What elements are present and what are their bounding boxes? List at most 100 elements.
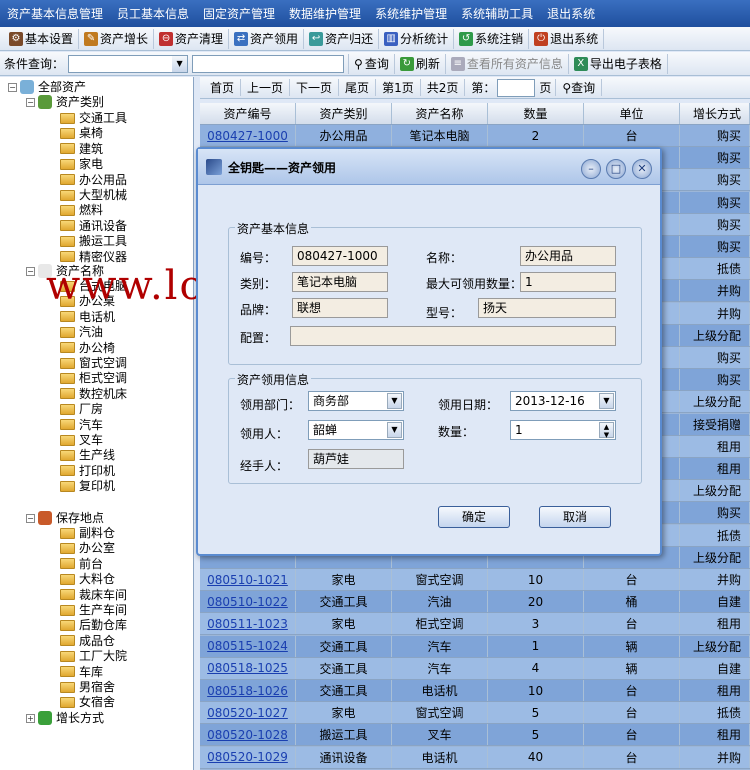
menu-item-2[interactable]: 固定资产管理 <box>196 5 282 22</box>
maximize-icon[interactable]: □ <box>606 159 626 179</box>
collapse-icon[interactable]: − <box>26 266 35 276</box>
column-header[interactable]: 单位 <box>584 103 680 124</box>
tree-item-name[interactable]: 打印机 <box>60 463 115 479</box>
asset-id-link[interactable]: 080427-1000 <box>200 125 296 146</box>
table-row[interactable]: 080518-1025 交通工具 汽车 4 辆自建 <box>200 657 750 680</box>
tree-item-name[interactable]: 厂房 <box>60 401 103 417</box>
qty-stepper[interactable]: 1 ▲ ▼ <box>510 420 616 440</box>
table-row[interactable]: 080510-1022 交通工具 汽油 20 桶自建 <box>200 591 750 614</box>
tree-growth-header[interactable]: + 增长方式 <box>26 710 104 726</box>
tree-item-place[interactable]: 车库 <box>60 664 103 680</box>
minimize-icon[interactable]: – <box>581 159 601 179</box>
tree-item-place[interactable]: 前台 <box>60 556 103 572</box>
column-header[interactable]: 资产编号 <box>200 103 296 124</box>
toolbar-button-6[interactable]: ↺ 系统注销 <box>454 28 530 49</box>
asset-id-link[interactable]: 080518-1025 <box>200 657 296 679</box>
tree-root[interactable]: − 全部资产 <box>8 79 86 95</box>
tree-item-name[interactable]: 生产线 <box>60 447 115 463</box>
toolbar-button-4[interactable]: ↩ 资产归还 <box>304 28 380 49</box>
menu-item-5[interactable]: 系统辅助工具 <box>454 5 540 22</box>
search-input[interactable] <box>192 54 345 73</box>
collapse-icon[interactable]: − <box>26 513 35 523</box>
asset-id-link[interactable]: 080515-1024 <box>200 635 296 657</box>
close-icon[interactable]: ✕ <box>632 159 652 179</box>
dialog-titlebar[interactable]: 全钥匙——资产领用 – □ ✕ <box>198 149 660 185</box>
date-picker[interactable]: 2013-12-16 ▼ <box>510 391 616 411</box>
last-page-link[interactable]: 尾页 <box>339 79 377 96</box>
table-row[interactable]: 080520-1028 搬运工具 叉车 5 台租用 <box>200 724 750 747</box>
refresh-button[interactable]: ↻ 刷新 <box>395 53 446 74</box>
tree-item-category[interactable]: 通讯设备 <box>60 218 127 234</box>
tree-item-name[interactable]: 窗式空调 <box>60 355 127 371</box>
table-row[interactable]: 080511-1023 家电 柜式空调 3 台租用 <box>200 613 750 636</box>
toolbar-button-3[interactable]: ⇄ 资产领用 <box>229 28 305 49</box>
asset-id-link[interactable]: 080520-1028 <box>200 724 296 746</box>
toolbar-button-1[interactable]: ✎ 资产增长 <box>79 28 155 49</box>
menu-item-4[interactable]: 系统维护管理 <box>368 5 454 22</box>
export-button[interactable]: X 导出电子表格 <box>569 53 668 74</box>
menu-item-3[interactable]: 数据维护管理 <box>282 5 368 22</box>
table-row[interactable]: 080520-1029 通讯设备 电话机 40 台并购 <box>200 746 750 769</box>
cancel-button[interactable]: 取消 <box>539 506 611 528</box>
collapse-icon[interactable]: − <box>26 97 35 107</box>
tree-item-category[interactable]: 建筑 <box>60 141 103 157</box>
tree-item-category[interactable]: 办公用品 <box>60 172 127 188</box>
asset-id-link[interactable]: 080511-1023 <box>200 613 296 635</box>
table-row[interactable]: 080510-1021 家电 窗式空调 10 台并购 <box>200 569 750 591</box>
tree-item-name[interactable]: 柜式空调 <box>60 370 127 386</box>
tree-item-place[interactable]: 后勤仓库 <box>60 617 127 633</box>
tree-item-place[interactable]: 裁床车间 <box>60 587 127 603</box>
collapse-icon[interactable]: − <box>8 82 17 92</box>
tree-place-header[interactable]: − 保存地点 <box>26 510 104 526</box>
asset-id-link[interactable]: 080510-1022 <box>200 591 296 613</box>
asset-id-link[interactable]: 080520-1029 <box>200 746 296 768</box>
tree-item-name[interactable]: 电话机 <box>60 309 115 325</box>
tree-item-name[interactable]: 办公椅 <box>60 340 115 356</box>
asset-id-link[interactable]: 080520-1027 <box>200 702 296 724</box>
tree-item-place[interactable]: 生产车间 <box>60 602 127 618</box>
toolbar-button-2[interactable]: ⊖ 资产清理 <box>154 28 230 49</box>
goto-query-button[interactable]: ⚲查询 <box>555 79 603 96</box>
dept-select[interactable]: 商务部 ▼ <box>308 391 404 411</box>
column-header[interactable]: 资产名称 <box>392 103 488 124</box>
toolbar-button-5[interactable]: ▥ 分析统计 <box>379 28 455 49</box>
tree-item-name[interactable]: 汽车 <box>60 417 103 433</box>
search-field-select[interactable]: ▼ <box>68 54 189 73</box>
tree-category-header[interactable]: − 资产类别 <box>26 94 104 110</box>
tree-item-place[interactable]: 工厂大院 <box>60 648 127 664</box>
column-header[interactable]: 资产类别 <box>296 103 392 124</box>
tree-item-category[interactable]: 燃料 <box>60 202 103 218</box>
tree-item-category[interactable]: 家电 <box>60 156 103 172</box>
table-row[interactable]: 080427-1000 办公用品 笔记本电脑 2 台购买 <box>200 125 750 147</box>
prev-page-link[interactable]: 上一页 <box>241 79 291 96</box>
tree-item-place[interactable]: 男宿舍 <box>60 679 115 695</box>
tree-item-place[interactable]: 女宿舍 <box>60 694 115 710</box>
tree-item-category[interactable]: 大型机械 <box>60 187 127 203</box>
tree-item-place[interactable]: 办公室 <box>60 540 115 556</box>
ok-button[interactable]: 确定 <box>438 506 510 528</box>
expand-icon[interactable]: + <box>26 713 35 723</box>
tree-item-place[interactable]: 成品仓 <box>60 633 115 649</box>
table-row[interactable]: 080520-1027 家电 窗式空调 5 台抵债 <box>200 702 750 725</box>
tree-item-place[interactable]: 副料仓 <box>60 525 115 541</box>
tree-item-category[interactable]: 交通工具 <box>60 110 127 126</box>
tree-item-name[interactable]: 汽油 <box>60 324 103 340</box>
table-row[interactable]: 080515-1024 交通工具 汽车 1 辆上级分配 <box>200 635 750 658</box>
menu-item-6[interactable]: 退出系统 <box>540 5 602 22</box>
next-page-link[interactable]: 下一页 <box>290 79 340 96</box>
person-select[interactable]: 韶蝉 ▼ <box>308 420 404 440</box>
tree-item-name[interactable]: 叉车 <box>60 432 103 448</box>
asset-id-link[interactable]: 080518-1026 <box>200 680 296 701</box>
column-header[interactable]: 数量 <box>488 103 584 124</box>
table-row[interactable]: 080518-1026 交通工具 电话机 10 台租用 <box>200 680 750 702</box>
tree-item-name[interactable]: 数控机床 <box>60 386 127 402</box>
query-button[interactable]: ⚲ 查询 <box>348 53 395 74</box>
asset-id-link[interactable]: 080510-1021 <box>200 569 296 590</box>
toolbar-button-0[interactable]: ⚙ 基本设置 <box>4 28 80 49</box>
menu-item-1[interactable]: 员工基本信息 <box>110 5 196 22</box>
menu-item-0[interactable]: 资产基本信息管理 <box>0 5 110 22</box>
first-page-link[interactable]: 首页 <box>204 79 242 96</box>
tree-item-name[interactable]: 复印机 <box>60 478 115 494</box>
tree-item-place[interactable]: 大料仓 <box>60 571 115 587</box>
toolbar-button-7[interactable]: ⏻ 退出系统 <box>529 28 605 49</box>
